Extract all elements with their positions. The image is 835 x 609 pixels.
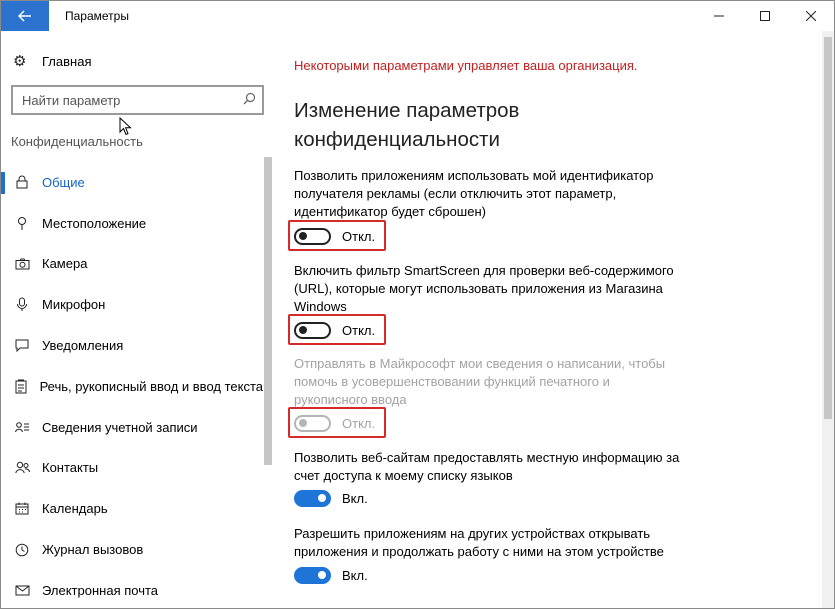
section-label: Конфиденциальность [11,134,143,149]
sidebar-scrollbar[interactable] [264,157,272,465]
setting-smartscreen-description: Включить фильтр SmartScreen для проверки… [294,263,674,314]
sidebar-item-general[interactable]: Общие [1,162,263,203]
microphone-icon [13,297,31,312]
sidebar-item-label: Местоположение [42,215,147,231]
speech-icon [13,379,29,394]
location-icon [13,216,31,231]
sidebar-item-contacts[interactable]: Контакты [1,448,263,489]
sidebar-item-label: Сведения учетной записи [42,419,198,435]
close-icon [806,11,816,21]
toggle-state-label: Вкл. [342,567,368,583]
back-button[interactable] [1,1,49,31]
sidebar-item-location[interactable]: Местоположение [1,203,263,244]
title-bar: Параметры [1,1,834,31]
sidebar-item-call-history[interactable]: Журнал вызовов [1,529,263,570]
gear-icon: ⚙ [13,53,27,70]
sidebar-nav: Общие Местоположение Камера Микрофон Уве… [1,162,263,608]
cross-device-toggle[interactable] [294,566,331,584]
minimize-button[interactable] [696,1,742,31]
sidebar-home[interactable]: ⚙ Главная [13,49,91,73]
toggle-state-label: Вкл. [342,490,368,506]
maximize-button[interactable] [742,1,788,31]
sidebar-home-label: Главная [42,53,92,69]
call-history-icon [13,543,31,557]
sidebar-item-speech[interactable]: Речь, рукописный ввод и ввод текста [1,366,263,407]
window-title: Параметры [65,9,129,23]
sidebar-item-label: Журнал вызовов [42,542,144,558]
sidebar-item-label: Речь, рукописный ввод и ввод текста [39,378,263,394]
sidebar-item-label: Контакты [42,460,99,476]
arrow-left-icon [18,10,31,22]
maximize-icon [760,11,770,21]
sidebar-item-label: Общие [42,174,85,190]
sidebar-item-account-info[interactable]: Сведения учетной записи [1,407,263,448]
minimize-icon [714,15,724,17]
sidebar-item-label: Уведомления [42,338,124,354]
account-info-icon [13,421,31,433]
toggle-knob [318,571,326,579]
language-list-toggle[interactable] [294,489,331,507]
setting-cross-device: Вкл. [294,563,368,587]
highlight-box [288,314,386,345]
highlight-box [288,407,386,438]
settings-window: Параметры ⚙ Главная Конфи [0,0,835,609]
sidebar-item-label: Микрофон [42,297,106,313]
page-title: Изменение параметров конфиденциальности [294,99,520,151]
mail-icon [13,585,31,596]
search-box[interactable] [11,85,264,115]
sidebar-item-label: Электронная почта [42,582,159,598]
close-button[interactable] [788,1,834,31]
sidebar-item-label: Камера [42,256,88,272]
setting-language-list-description: Позволить веб-сайтам предоставлять местн… [294,450,680,483]
setting-advertising-id-description: Позволить приложениям использовать мой и… [294,168,654,219]
lock-icon [13,175,31,189]
main-content: Некоторыми параметрами управляет ваша ор… [275,31,824,608]
setting-cross-device-description: Разрешить приложениям на других устройст… [294,526,664,559]
sidebar-item-microphone[interactable]: Микрофон [1,284,263,325]
setting-language-list: Вкл. [294,486,368,510]
organization-notice: Некоторыми параметрами управляет ваша ор… [294,58,638,73]
sidebar-item-notifications[interactable]: Уведомления [1,325,263,366]
calendar-icon [13,502,31,515]
contacts-icon [13,461,31,474]
notification-icon [13,339,31,353]
window-controls [696,1,834,31]
sidebar-item-calendar[interactable]: Календарь [1,488,263,529]
search-icon [243,92,256,108]
main-scrollbar-thumb[interactable] [824,37,832,419]
camera-icon [13,258,31,270]
sidebar: ⚙ Главная Конфиденциальность Общие [1,31,275,608]
sidebar-item-label: Календарь [42,501,108,517]
sidebar-item-mail[interactable]: Электронная почта [1,570,263,608]
setting-typing-info-description: Отправлять в Майкрософт мои сведения о н… [294,356,666,407]
highlight-box [288,220,386,251]
sidebar-item-camera[interactable]: Камера [1,244,263,285]
search-input[interactable] [22,92,232,108]
toggle-knob [318,494,326,502]
